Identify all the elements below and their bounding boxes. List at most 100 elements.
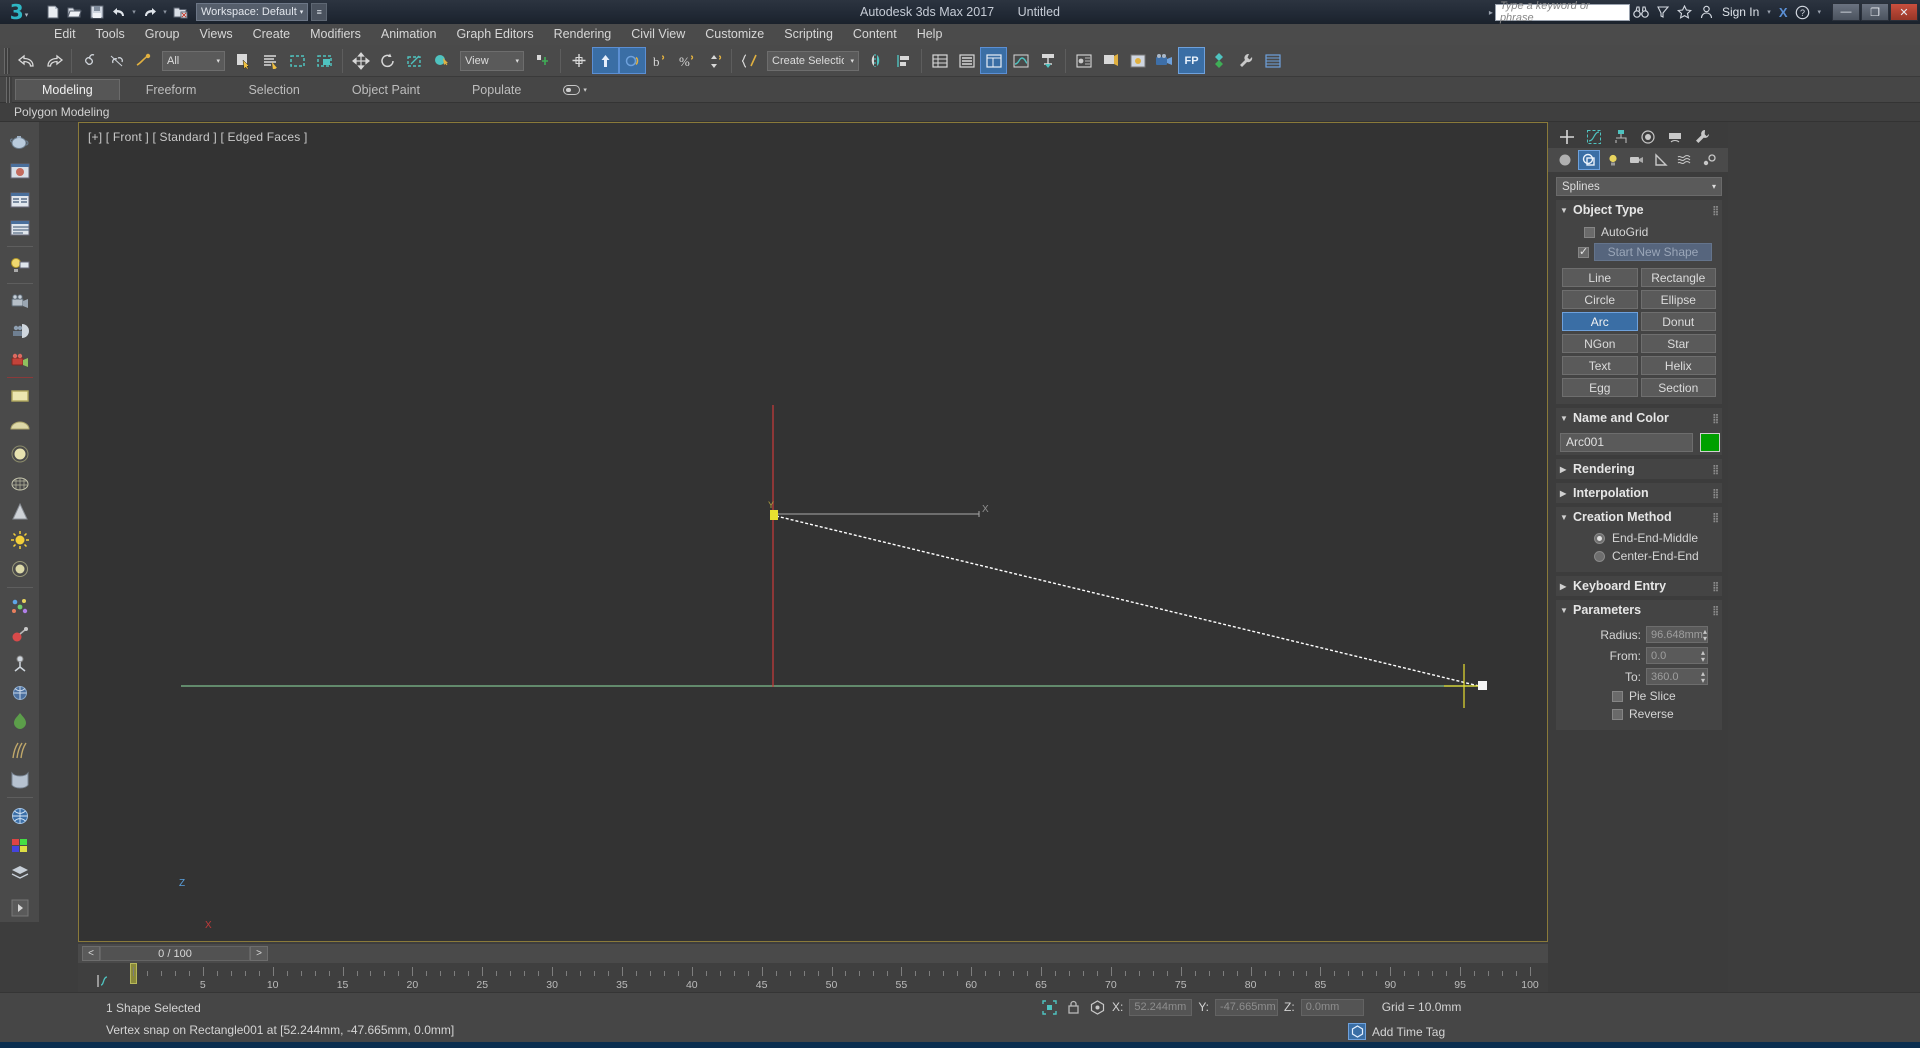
close-button[interactable]: ✕ — [1890, 3, 1918, 21]
use-selection-center-button[interactable] — [565, 47, 592, 74]
plane-primitive-icon[interactable] — [5, 382, 35, 410]
object-type-line[interactable]: Line — [1562, 268, 1638, 287]
exchange-app-store-icon[interactable]: X — [1775, 5, 1792, 20]
curve-editor-button[interactable] — [1007, 47, 1034, 74]
align-button[interactable] — [890, 47, 917, 74]
previous-frame-arrow[interactable]: < — [82, 946, 100, 961]
param-from-input[interactable]: 0.0 ▴ ▾ — [1646, 647, 1708, 664]
autodesk-a360-icon[interactable] — [1652, 0, 1674, 24]
help-caret-icon[interactable]: ▾ — [1813, 8, 1825, 16]
select-and-scale-button[interactable] — [401, 47, 428, 74]
binoculars-icon[interactable] — [1630, 0, 1652, 24]
sphere-primitive-icon[interactable] — [5, 440, 35, 468]
sun-light-icon[interactable] — [5, 527, 35, 555]
spinner-snap-alt-button[interactable] — [700, 47, 727, 74]
render-setup-button[interactable] — [1097, 47, 1124, 74]
quick-access-more-button[interactable]: ≡ — [311, 3, 328, 21]
select-by-name-button[interactable] — [257, 47, 284, 74]
param-radius-input[interactable]: 96.648mm ▴ ▾ — [1646, 626, 1708, 643]
add-time-tag-area[interactable]: Add Time Tag — [1348, 1023, 1445, 1040]
sphere-gizmo-icon[interactable] — [5, 555, 35, 583]
layer-explorer-button[interactable] — [926, 47, 953, 74]
menu-modifiers[interactable]: Modifiers — [300, 24, 371, 45]
hair-and-fur-icon[interactable] — [5, 736, 35, 764]
hierarchy-tab[interactable] — [1608, 126, 1633, 148]
scene-explorer-icon[interactable] — [5, 214, 35, 242]
help-icon[interactable]: ? — [1791, 0, 1813, 24]
tab-populate[interactable]: Populate — [446, 80, 547, 100]
rectangular-selection-region-button[interactable] — [284, 47, 311, 74]
ribbon-minimize-control[interactable]: ▾ — [563, 84, 587, 95]
next-frame-arrow[interactable]: > — [250, 946, 268, 961]
restore-button[interactable]: ❐ — [1861, 3, 1889, 21]
favorites-star-icon[interactable] — [1674, 0, 1696, 24]
object-type-egg[interactable]: Egg — [1562, 378, 1638, 397]
angle-snap-toggle-button[interactable] — [619, 47, 646, 74]
tab-selection[interactable]: Selection — [222, 80, 325, 100]
user-account-icon[interactable] — [1696, 0, 1718, 24]
max-logo-icon[interactable]: 3 ▾ — [0, 0, 38, 24]
mesh-teapot-icon[interactable] — [5, 469, 35, 497]
rollout-header-name-and-color[interactable]: ▼ Name and Color ⣿ — [1556, 408, 1722, 428]
project-folder-button[interactable]: FP — [1178, 47, 1205, 74]
start-new-shape-row[interactable]: Start New Shape — [1562, 241, 1716, 263]
object-type-donut[interactable]: Donut — [1640, 312, 1716, 331]
pick-color-icon[interactable] — [5, 831, 35, 859]
snaps-toggle-button[interactable] — [592, 47, 619, 74]
camera-icon[interactable] — [5, 288, 35, 316]
new-file-icon[interactable] — [42, 2, 63, 22]
object-type-arc[interactable]: Arc — [1562, 312, 1638, 331]
creation-method-end-end-middle-row[interactable]: End-End-Middle — [1562, 529, 1716, 547]
creation-method-center-end-end-row[interactable]: Center-End-End — [1562, 547, 1716, 565]
search-input[interactable]: Type a keyword or phrase — [1494, 0, 1630, 24]
undo-dropdown-caret[interactable]: ▾ — [130, 8, 138, 16]
selection-filter-combo[interactable]: All ▾ — [162, 50, 225, 71]
sign-in-caret-icon[interactable]: ▾ — [1763, 8, 1775, 16]
object-color-swatch[interactable] — [1700, 433, 1720, 452]
select-and-rotate-button[interactable] — [374, 47, 401, 74]
spinner-arrows-icon[interactable]: ▴ ▾ — [1701, 648, 1707, 663]
coord-z-input[interactable]: 0.0mm — [1300, 998, 1364, 1016]
menu-civil-view[interactable]: Civil View — [621, 24, 695, 45]
object-type-text[interactable]: Text — [1562, 356, 1638, 375]
particle-system-icon[interactable] — [5, 592, 35, 620]
autogrid-checkbox[interactable] — [1584, 226, 1595, 238]
set-project-folder-icon[interactable] — [170, 2, 191, 22]
spinner-snap-toggle-button[interactable]: % — [673, 47, 700, 74]
rollout-header-object-type[interactable]: ▼ Object Type ⣿ — [1556, 200, 1722, 220]
utilities-wrench-button[interactable] — [1232, 47, 1259, 74]
helpers-category[interactable] — [1650, 150, 1672, 170]
render-frame-icon[interactable] — [5, 157, 35, 185]
current-frame-display[interactable]: 0 / 100 — [100, 946, 250, 961]
track-bar[interactable]: 5 10 15 20 25 30 35 40 45 50 55 60 65 70 75 80 85 90 95 100 — [78, 963, 1548, 992]
tab-freeform[interactable]: Freeform — [120, 80, 223, 100]
shapes-category[interactable] — [1578, 150, 1600, 170]
object-name-input[interactable]: Arc001 — [1560, 433, 1693, 452]
selection-lock-toggle-icon[interactable] — [1064, 998, 1082, 1016]
modify-tab[interactable] — [1581, 126, 1606, 148]
display-tab[interactable] — [1662, 126, 1687, 148]
create-selection-set-combo[interactable]: Create Selection Set ▾ — [767, 50, 859, 71]
reference-coord-system-combo[interactable]: View ▾ — [460, 50, 524, 71]
spinner-arrows-icon[interactable]: ▴ ▾ — [1701, 669, 1707, 684]
rendered-frame-window-button[interactable] — [1124, 47, 1151, 74]
target-camera-icon[interactable] — [5, 346, 35, 374]
percent-snap-toggle-button[interactable]: b — [646, 47, 673, 74]
menu-rendering[interactable]: Rendering — [544, 24, 622, 45]
schematic-view-button[interactable] — [1034, 47, 1061, 74]
ribbon-grip[interactable] — [6, 76, 12, 103]
tab-modeling[interactable]: Modeling — [15, 79, 120, 100]
edit-named-selection-sets-button[interactable] — [736, 47, 763, 74]
select-and-link-button[interactable] — [76, 47, 103, 74]
coord-x-input[interactable]: 52.244mm — [1129, 998, 1193, 1016]
geometry-category[interactable] — [1554, 150, 1576, 170]
minimize-button[interactable]: — — [1832, 3, 1860, 21]
redo-icon[interactable] — [139, 2, 160, 22]
globe-icon[interactable] — [5, 802, 35, 830]
scene-converter-button[interactable] — [1205, 47, 1232, 74]
redo-dropdown-caret[interactable]: ▾ — [161, 8, 169, 16]
param-reverse-row[interactable]: Reverse — [1562, 705, 1716, 723]
absolute-relative-transform-icon[interactable] — [1088, 998, 1106, 1016]
menu-animation[interactable]: Animation — [371, 24, 447, 45]
param-pie-slice-row[interactable]: Pie Slice — [1562, 687, 1716, 705]
